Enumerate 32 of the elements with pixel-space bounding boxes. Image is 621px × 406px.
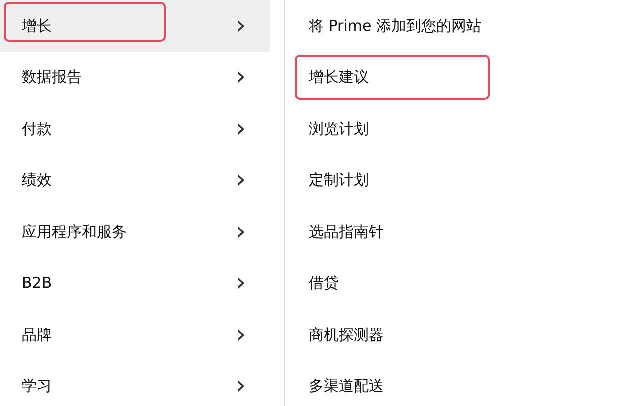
submenu-item[interactable]: 商机探测器 (285, 309, 621, 360)
menu-item[interactable]: 数据报告 › (0, 52, 270, 103)
menu-item-label: 品牌 (22, 324, 52, 346)
chevron-icon: › (236, 322, 246, 348)
submenu-item[interactable]: 定制计划 (285, 154, 621, 206)
menu-item[interactable]: 学习 › (0, 360, 270, 406)
submenu-item[interactable]: 将 Prime 添加到您的网站 (285, 0, 621, 52)
submenu-item[interactable]: 选品指南针 (285, 206, 621, 258)
submenu-item[interactable]: 增长建议 (285, 52, 621, 103)
menu-item[interactable]: 应用程序和服务 › (0, 206, 270, 258)
menu-item-label: 应用程序和服务 (22, 222, 127, 242)
menu-item-label: 付款 (22, 118, 52, 140)
chevron-icon: › (236, 373, 246, 400)
menu-item[interactable]: 增长 › (0, 0, 270, 52)
submenu-item[interactable]: 浏览计划 (285, 103, 621, 154)
submenu-item[interactable]: 借贷 (285, 258, 621, 309)
menu-item[interactable]: B2B › (0, 258, 270, 309)
chevron-icon: › (236, 270, 246, 296)
menu-item-label: 增长 (22, 16, 52, 36)
chevron-icon: › (236, 116, 246, 142)
chevron-icon: › (236, 218, 246, 245)
chevron-icon: › (236, 12, 246, 39)
menu-item[interactable]: 品牌 › (0, 309, 270, 360)
menu-item[interactable]: 付款 › (0, 103, 270, 154)
submenu-item[interactable]: 多渠道配送 (285, 360, 621, 406)
menu-item[interactable]: 绩效 › (0, 154, 270, 206)
menu-item-label: B2B (22, 273, 52, 294)
menu-item-label: 绩效 (22, 170, 52, 191)
menu-item-label: 学习 (22, 376, 52, 397)
chevron-icon: › (236, 167, 246, 194)
menu-item-label: 数据报告 (22, 67, 82, 88)
chevron-icon: › (236, 64, 246, 90)
